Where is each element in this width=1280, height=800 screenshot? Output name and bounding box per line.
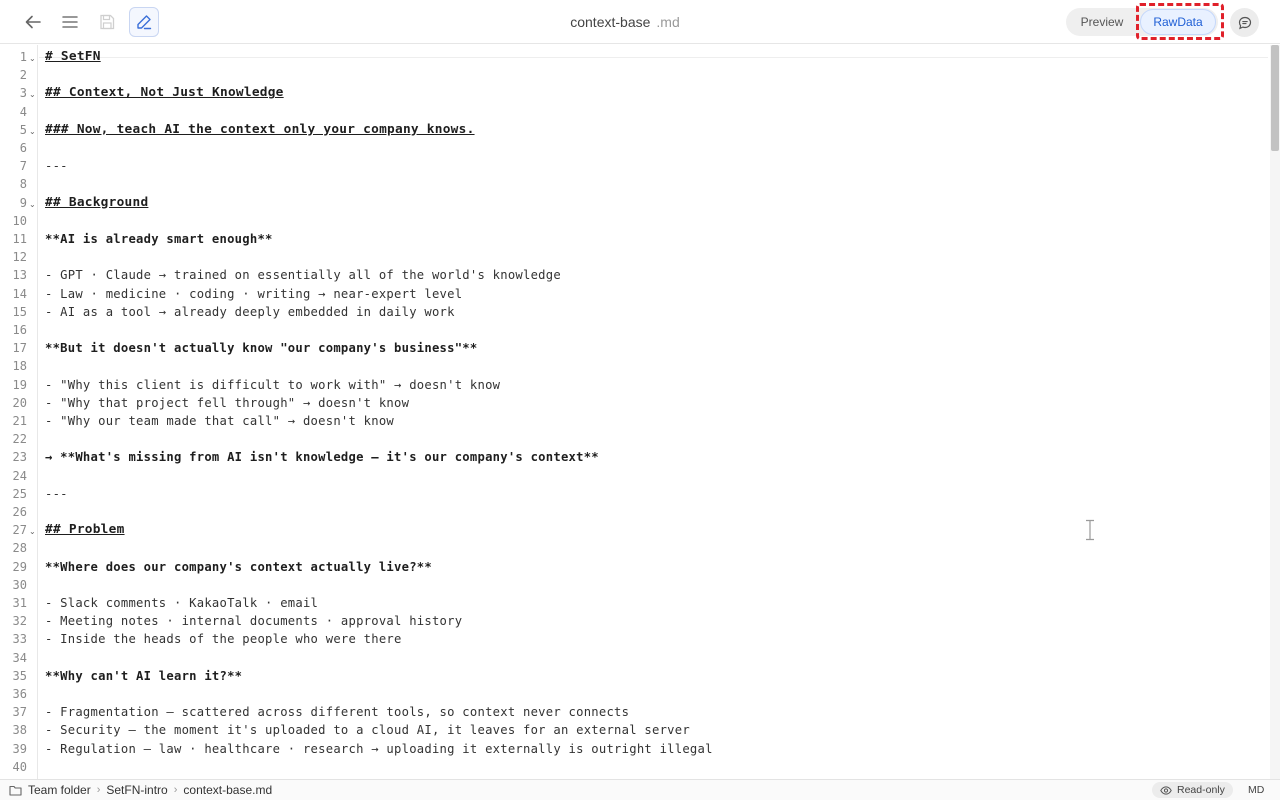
preview-tab[interactable]: Preview [1066, 8, 1138, 36]
line-number: 26 [12, 505, 27, 519]
line-number: 35 [12, 668, 27, 683]
fold-chevron-icon[interactable]: ⌄ [29, 50, 36, 68]
code-line: - Inside the heads of the people who wer… [45, 632, 402, 647]
document-name: context-base [570, 14, 651, 30]
scrollbar-thumb[interactable] [1271, 45, 1279, 151]
line-number: 6 [19, 141, 27, 155]
line-number: 17 [12, 341, 27, 356]
code-line: - Meeting notes · internal documents · a… [45, 614, 463, 629]
line-number: 21 [12, 414, 27, 428]
line-number: 36 [12, 687, 27, 701]
code-line: - Security — the moment it's uploaded to… [45, 723, 690, 738]
line-number: 23 [12, 450, 27, 465]
fold-chevron-icon[interactable]: ⌄ [29, 123, 36, 141]
code-line: # SetFN [45, 49, 101, 64]
line-number: 25 [12, 486, 27, 501]
fold-chevron-icon[interactable]: ⌄ [29, 523, 36, 541]
line-number: 33 [12, 632, 27, 647]
code-line: - "Why our team made that call" → doesn'… [45, 414, 395, 428]
comment-button[interactable] [1230, 8, 1259, 37]
breadcrumb-team-folder[interactable]: Team folder [28, 783, 91, 797]
chevron-right-icon: › [173, 784, 178, 796]
line-number: 38 [12, 723, 27, 738]
line-number: 39 [12, 741, 27, 756]
active-line-indicator [39, 57, 1268, 58]
line-number: 2 [19, 68, 27, 83]
line-number: 10 [12, 213, 27, 228]
text-cursor-icon [1086, 519, 1094, 541]
line-number: 27 [12, 523, 27, 538]
code-line: ## Problem [45, 522, 125, 538]
line-number: 3 [19, 86, 27, 101]
code-line: **Why can't AI learn it?** [45, 668, 243, 683]
line-number: 7 [19, 159, 27, 174]
line-number: 30 [12, 577, 27, 592]
code-line: - AI as a tool → already deeply embedded… [45, 304, 455, 319]
code-line: **But it doesn't actually know "our comp… [45, 341, 478, 356]
line-number: 4 [19, 104, 27, 119]
code-line: **Where does our company's context actua… [45, 559, 432, 574]
code-line: ## Background [45, 194, 149, 210]
folder-icon [9, 785, 22, 796]
code-line: ## Context, Not Just Knowledge [45, 85, 284, 101]
status-bar: Team folder › SetFN-intro › context-base… [0, 779, 1280, 800]
line-number-gutter: 1 ⌄ 2 3 ⌄ 4 5 ⌄ 6 7 8 9 ⌄ 10 11 12 13 14 15 16 17 18 19 20 21 22 2… [0, 45, 38, 779]
line-number: 9 [19, 195, 27, 210]
code-line: ### Now, teach AI the context only your … [45, 121, 475, 137]
document-extension: .md [656, 14, 680, 30]
line-number: 8 [19, 177, 27, 192]
code-line: - "Why this client is difficult to work … [45, 377, 501, 392]
line-number: 40 [12, 759, 27, 774]
line-number: 1 [19, 50, 27, 64]
code-line: - Slack comments · KakaoTalk · email [45, 596, 319, 610]
code-line: - Regulation — law · healthcare · resear… [45, 741, 713, 756]
line-number: 22 [12, 432, 27, 447]
line-number: 31 [12, 596, 27, 610]
eye-icon [1160, 785, 1172, 795]
code-line: --- [45, 159, 68, 174]
line-number: 24 [12, 468, 27, 483]
read-only-badge: Read-only [1152, 782, 1233, 798]
code-line: - GPT · Claude → trained on essentially … [45, 268, 561, 283]
breadcrumb-setfn-intro[interactable]: SetFN-intro [106, 783, 167, 797]
line-number: 20 [12, 395, 27, 410]
line-number: 18 [12, 359, 27, 374]
line-number: 19 [12, 377, 27, 392]
line-number: 34 [12, 650, 27, 665]
line-number: 16 [12, 323, 27, 337]
comment-bubble-icon [1238, 16, 1251, 29]
fold-chevron-icon[interactable]: ⌄ [29, 196, 36, 214]
code-line: → **What's missing from AI isn't knowled… [45, 450, 599, 465]
vertical-scrollbar[interactable] [1270, 45, 1280, 779]
fold-chevron-icon[interactable]: ⌄ [29, 86, 36, 104]
breadcrumb: Team folder › SetFN-intro › context-base… [9, 780, 272, 800]
raw-editor[interactable]: 1 ⌄ 2 3 ⌄ 4 5 ⌄ 6 7 8 9 ⌄ 10 11 12 13 14 15 16 17 18 19 20 21 22 2… [0, 45, 1280, 779]
line-number: 15 [12, 304, 27, 319]
line-number: 32 [12, 614, 27, 629]
code-line: --- [45, 486, 68, 501]
breadcrumb-current-file: context-base.md [183, 783, 273, 797]
document-title: context-base .md [0, 14, 1250, 30]
rawdata-tab[interactable]: RawData [1140, 9, 1216, 35]
read-only-label: Read-only [1177, 784, 1225, 796]
code-line: **AI is already smart enough** [45, 232, 273, 246]
line-number: 37 [12, 705, 27, 720]
line-number: 29 [12, 559, 27, 574]
line-number: 28 [12, 541, 27, 556]
line-number: 14 [12, 286, 27, 301]
line-number: 13 [12, 268, 27, 283]
file-type-indicator: MD [1248, 784, 1265, 796]
code-line: - Law · medicine · coding · writing → ne… [45, 286, 463, 301]
top-toolbar: context-base .md Preview RawData [0, 0, 1280, 44]
code-line: - Fragmentation — scattered across diffe… [45, 705, 630, 720]
chevron-right-icon: › [96, 784, 101, 796]
code-line: - "Why that project fell through" → does… [45, 395, 410, 410]
line-number: 11 [12, 232, 27, 246]
line-number: 5 [19, 122, 27, 137]
line-number: 12 [12, 250, 27, 265]
view-mode-toggle: Preview RawData [1066, 8, 1218, 36]
